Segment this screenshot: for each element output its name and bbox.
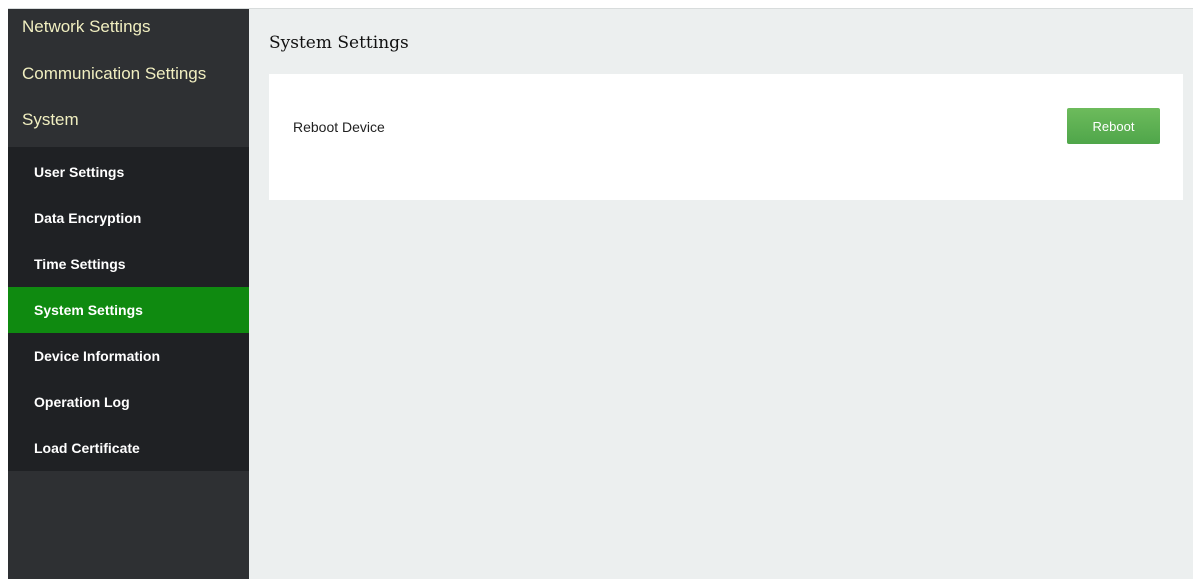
sidebar-item-operation-log[interactable]: Operation Log xyxy=(8,379,249,425)
reboot-panel: Reboot Device Reboot xyxy=(269,74,1183,200)
app-frame: Network Settings Communication Settings … xyxy=(8,8,1193,579)
sidebar-item-time-settings[interactable]: Time Settings xyxy=(8,241,249,287)
system-submenu: User Settings Data Encryption Time Setti… xyxy=(8,147,249,471)
sidebar-item-network-settings[interactable]: Network Settings xyxy=(8,9,249,55)
sidebar-item-device-information[interactable]: Device Information xyxy=(8,333,249,379)
sidebar-item-data-encryption[interactable]: Data Encryption xyxy=(8,195,249,241)
sidebar-empty-area xyxy=(8,471,249,579)
sidebar: Network Settings Communication Settings … xyxy=(8,9,249,579)
reboot-device-label: Reboot Device xyxy=(293,119,385,135)
reboot-button[interactable]: Reboot xyxy=(1067,108,1160,144)
sidebar-item-system[interactable]: System xyxy=(8,101,249,147)
sidebar-item-load-certificate[interactable]: Load Certificate xyxy=(8,425,249,471)
page-title: System Settings xyxy=(269,33,409,53)
sidebar-item-communication-settings[interactable]: Communication Settings xyxy=(8,55,249,101)
sidebar-item-system-settings[interactable]: System Settings xyxy=(8,287,249,333)
sidebar-item-user-settings[interactable]: User Settings xyxy=(8,149,249,195)
content-area: System Settings Reboot Device Reboot xyxy=(249,9,1193,579)
